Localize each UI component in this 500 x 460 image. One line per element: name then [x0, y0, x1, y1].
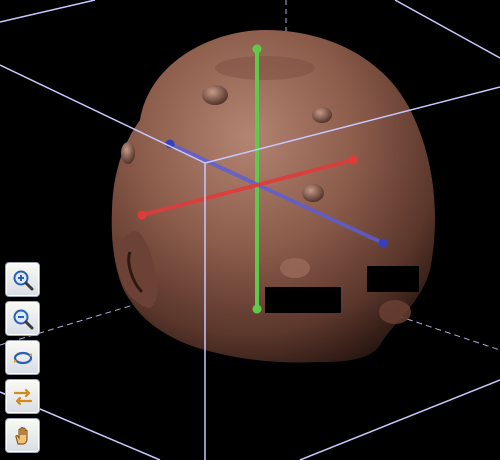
- redaction-eyes: [265, 287, 341, 313]
- vertical-axis-top-handle: [252, 44, 262, 54]
- volume-render-canvas[interactable]: [0, 0, 500, 460]
- zoom-in-icon: [13, 270, 33, 290]
- 3d-viewport[interactable]: [0, 0, 500, 460]
- vertical-axis-bottom-handle: [252, 304, 262, 314]
- left-right-axis-handle-b: [348, 155, 358, 165]
- hand-icon: [14, 426, 28, 445]
- pan-button[interactable]: [5, 418, 40, 453]
- left-right-axis-handle-a: [137, 210, 147, 220]
- redaction-nose: [367, 266, 419, 292]
- zoom-out-button[interactable]: [5, 301, 40, 336]
- front-back-axis-handle-b: [378, 238, 388, 248]
- rotate-button[interactable]: [5, 340, 40, 375]
- zoom-out-icon: [13, 309, 33, 329]
- flip-button[interactable]: [5, 379, 40, 414]
- zoom-in-button[interactable]: [5, 262, 40, 297]
- rotate-icon: [13, 351, 32, 364]
- swap-arrows-icon: [13, 388, 32, 405]
- viewer-toolbar: [5, 262, 41, 453]
